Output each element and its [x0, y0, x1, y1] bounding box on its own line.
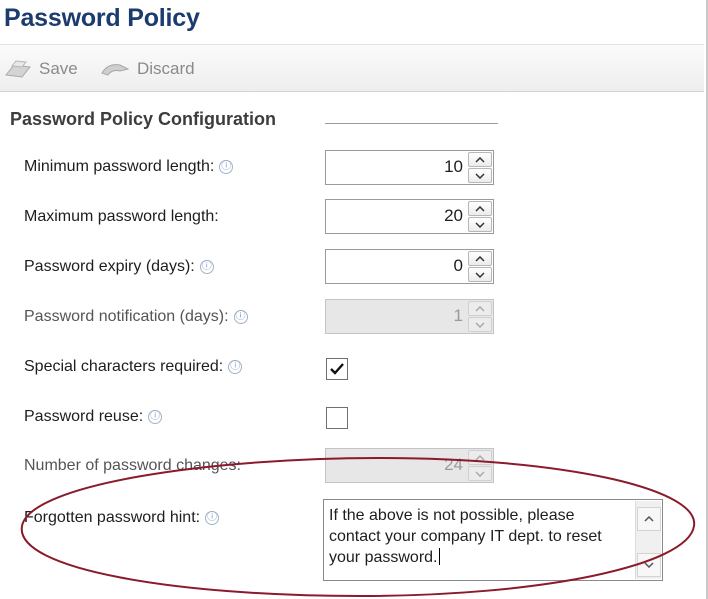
reuse-checkbox[interactable] — [326, 407, 348, 429]
hint-text[interactable]: If the above is not possible, please con… — [329, 505, 629, 568]
discard-icon — [98, 59, 132, 79]
info-icon[interactable]: ⓘ — [199, 260, 214, 274]
min-length-stepper[interactable]: 10 — [325, 150, 494, 185]
max-length-stepper[interactable]: 20 — [325, 199, 494, 234]
toolbar: Save Discard — [0, 44, 704, 92]
info-icon[interactable]: ⓘ — [233, 310, 248, 324]
min-length-value[interactable]: 10 — [444, 157, 463, 177]
info-icon[interactable]: ⓘ — [219, 160, 234, 174]
discard-label: Discard — [137, 59, 195, 78]
spin-down-icon[interactable] — [468, 267, 492, 282]
notification-stepper: 1 — [325, 299, 494, 334]
spin-up-icon[interactable] — [468, 201, 492, 216]
info-icon[interactable]: ⓘ — [148, 410, 163, 424]
info-icon[interactable]: ⓘ — [205, 511, 220, 525]
text-caret — [438, 548, 440, 565]
min-length-label: Minimum password length: ⓘ — [24, 158, 234, 176]
discard-button[interactable]: Discard — [98, 57, 195, 81]
save-button[interactable]: Save — [4, 57, 78, 81]
expiry-stepper[interactable]: 0 — [325, 249, 494, 284]
max-length-label-text: Maximum password length: — [24, 208, 219, 225]
spin-up-icon — [468, 450, 492, 465]
special-chars-label: Special characters required: ⓘ — [24, 358, 243, 376]
hint-scrollbar[interactable] — [635, 501, 661, 579]
password-policy-panel: Password Policy Save Discard Password Po… — [0, 0, 708, 599]
notification-value: 1 — [453, 306, 463, 325]
num-changes-label: Number of password changes: — [24, 457, 241, 475]
info-icon[interactable]: ⓘ — [228, 360, 243, 374]
save-icon — [4, 59, 34, 79]
notification-label-text: Password notification (days): — [24, 308, 229, 325]
page-title: Password Policy — [4, 4, 200, 32]
spin-down-icon — [468, 466, 492, 481]
scroll-up-icon[interactable] — [637, 507, 661, 531]
scroll-down-icon[interactable] — [637, 553, 661, 577]
group-divider — [325, 123, 498, 124]
expiry-label: Password expiry (days): ⓘ — [24, 258, 214, 276]
spin-down-icon[interactable] — [468, 168, 492, 183]
expiry-value[interactable]: 0 — [454, 256, 463, 276]
save-label: Save — [39, 59, 78, 78]
max-length-value[interactable]: 20 — [444, 206, 463, 226]
hint-label-text: Forgotten password hint: — [24, 509, 201, 526]
spin-up-icon[interactable] — [468, 152, 492, 167]
min-length-label-text: Minimum password length: — [24, 158, 215, 175]
max-length-label: Maximum password length: — [24, 208, 219, 226]
num-changes-value: 24 — [444, 455, 463, 474]
spin-down-icon[interactable] — [468, 217, 492, 232]
special-chars-label-text: Special characters required: — [24, 358, 224, 375]
num-changes-label-text: Number of password changes: — [24, 457, 241, 474]
hint-label: Forgotten password hint: ⓘ — [24, 509, 220, 527]
hint-textarea[interactable]: If the above is not possible, please con… — [323, 499, 663, 581]
special-chars-checkbox[interactable] — [326, 358, 348, 380]
spin-up-icon[interactable] — [468, 251, 492, 266]
expiry-label-text: Password expiry (days): — [24, 258, 195, 275]
hint-value[interactable]: If the above is not possible, please con… — [329, 507, 602, 566]
reuse-label: Password reuse: ⓘ — [24, 408, 163, 426]
num-changes-stepper: 24 — [325, 448, 494, 483]
check-icon — [330, 363, 344, 375]
spin-up-icon — [468, 301, 492, 316]
notification-label: Password notification (days): ⓘ — [24, 308, 248, 326]
spin-down-icon — [468, 317, 492, 332]
group-title: Password Policy Configuration — [10, 109, 277, 129]
reuse-label-text: Password reuse: — [24, 408, 144, 425]
